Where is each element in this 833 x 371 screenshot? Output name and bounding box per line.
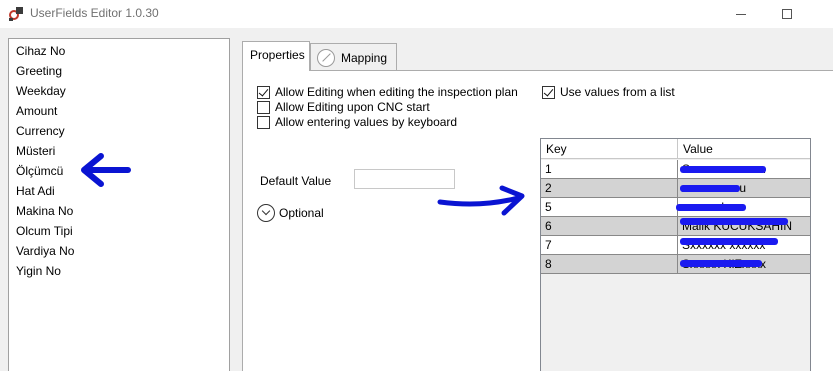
allow-editing-cnc-start-checkbox[interactable]: Allow Editing upon CNC start bbox=[257, 99, 430, 115]
table-row[interactable]: 8 Sxxxxx KIZxxxx bbox=[541, 255, 810, 274]
redaction-mark bbox=[680, 166, 766, 173]
key-cell[interactable]: 1 bbox=[541, 160, 678, 178]
checkbox-unchecked-icon bbox=[257, 115, 270, 129]
maximize-icon bbox=[782, 9, 792, 19]
key-cell[interactable]: 5 bbox=[541, 198, 678, 216]
redaction-mark bbox=[680, 260, 762, 267]
key-cell[interactable]: 2 bbox=[541, 179, 678, 197]
default-value-input[interactable] bbox=[354, 169, 455, 189]
allow-editing-inspection-plan-label: Allow Editing when editing the inspectio… bbox=[275, 85, 518, 99]
use-values-from-list-label: Use values from a list bbox=[560, 85, 675, 99]
column-header-key[interactable]: Key bbox=[541, 139, 678, 159]
key-cell[interactable]: 8 bbox=[541, 255, 678, 273]
list-item[interactable]: Vardiya No bbox=[16, 242, 74, 260]
key-cell[interactable]: 7 bbox=[541, 236, 678, 254]
main-client-area: Cihaz No Greeting Weekday Amount Currenc… bbox=[0, 28, 833, 371]
checkbox-checked-icon bbox=[257, 85, 270, 99]
window-title: UserFields Editor 1.0.30 bbox=[30, 6, 159, 20]
redaction-mark bbox=[680, 218, 788, 225]
list-item[interactable]: Greeting bbox=[16, 62, 62, 80]
table-row[interactable]: 5 xxxx xxkxx bbox=[541, 198, 810, 217]
tab-properties-label: Properties bbox=[250, 48, 305, 62]
allow-editing-inspection-plan-checkbox[interactable]: Allow Editing when editing the inspectio… bbox=[257, 84, 518, 100]
list-item[interactable]: Olcum Tipi bbox=[16, 222, 73, 240]
table-row[interactable]: 1 Sxxxxx xxxxxxx bbox=[541, 160, 810, 179]
list-item[interactable]: Cihaz No bbox=[16, 42, 65, 60]
allow-editing-cnc-start-label: Allow Editing upon CNC start bbox=[275, 100, 430, 114]
title-bar: UserFields Editor 1.0.30 bbox=[0, 0, 833, 28]
chevron-down-icon bbox=[257, 204, 275, 222]
checkbox-unchecked-icon bbox=[257, 100, 270, 114]
list-item[interactable]: Yigin No bbox=[16, 262, 61, 280]
app-gear-icon bbox=[9, 7, 23, 21]
list-item[interactable]: Hat Adi bbox=[16, 182, 55, 200]
allow-entering-keyboard-checkbox[interactable]: Allow entering values by keyboard bbox=[257, 114, 457, 130]
list-item[interactable]: Currency bbox=[16, 122, 65, 140]
use-values-from-list-checkbox[interactable]: Use values from a list bbox=[542, 84, 675, 100]
key-cell[interactable]: 6 bbox=[541, 217, 678, 235]
allow-entering-keyboard-label: Allow entering values by keyboard bbox=[275, 115, 458, 129]
table-row[interactable]: 2 xxxxx xxzcu bbox=[541, 179, 810, 198]
redaction-mark bbox=[680, 238, 778, 245]
table-row[interactable]: 7 Sxxxxxx xxxxxx bbox=[541, 236, 810, 255]
list-item-selected[interactable]: Ölçümcü bbox=[16, 162, 63, 180]
default-value-label: Default Value bbox=[260, 174, 332, 188]
column-header-value[interactable]: Value bbox=[678, 139, 810, 159]
list-item[interactable]: Müsteri bbox=[16, 142, 55, 160]
checkbox-checked-icon bbox=[542, 85, 555, 99]
optional-expander[interactable]: Optional bbox=[257, 204, 324, 222]
minimize-icon bbox=[736, 13, 746, 15]
optional-label: Optional bbox=[279, 206, 324, 220]
list-item[interactable]: Amount bbox=[16, 102, 57, 120]
table-row[interactable]: 6 Malik KUCUKSAHIN bbox=[541, 217, 810, 236]
tab-mapping-label: Mapping bbox=[341, 50, 388, 65]
maximize-button[interactable] bbox=[764, 0, 810, 28]
user-field-list[interactable]: Cihaz No Greeting Weekday Amount Currenc… bbox=[8, 38, 230, 371]
minimize-button[interactable] bbox=[718, 0, 764, 28]
values-grid[interactable]: Key Value 1 Sxxxxx xxxxxxx 2 xxxxx xxzcu… bbox=[540, 138, 811, 371]
tab-mapping[interactable]: Mapping bbox=[310, 43, 397, 71]
redaction-mark bbox=[676, 204, 746, 211]
list-item[interactable]: Weekday bbox=[16, 82, 66, 100]
grid-header: Key Value bbox=[541, 139, 810, 159]
tab-properties[interactable]: Properties bbox=[242, 41, 310, 71]
properties-panel: Allow Editing when editing the inspectio… bbox=[242, 70, 833, 371]
redaction-mark bbox=[680, 185, 740, 192]
mapping-disabled-icon bbox=[317, 48, 335, 67]
list-item[interactable]: Makina No bbox=[16, 202, 73, 220]
